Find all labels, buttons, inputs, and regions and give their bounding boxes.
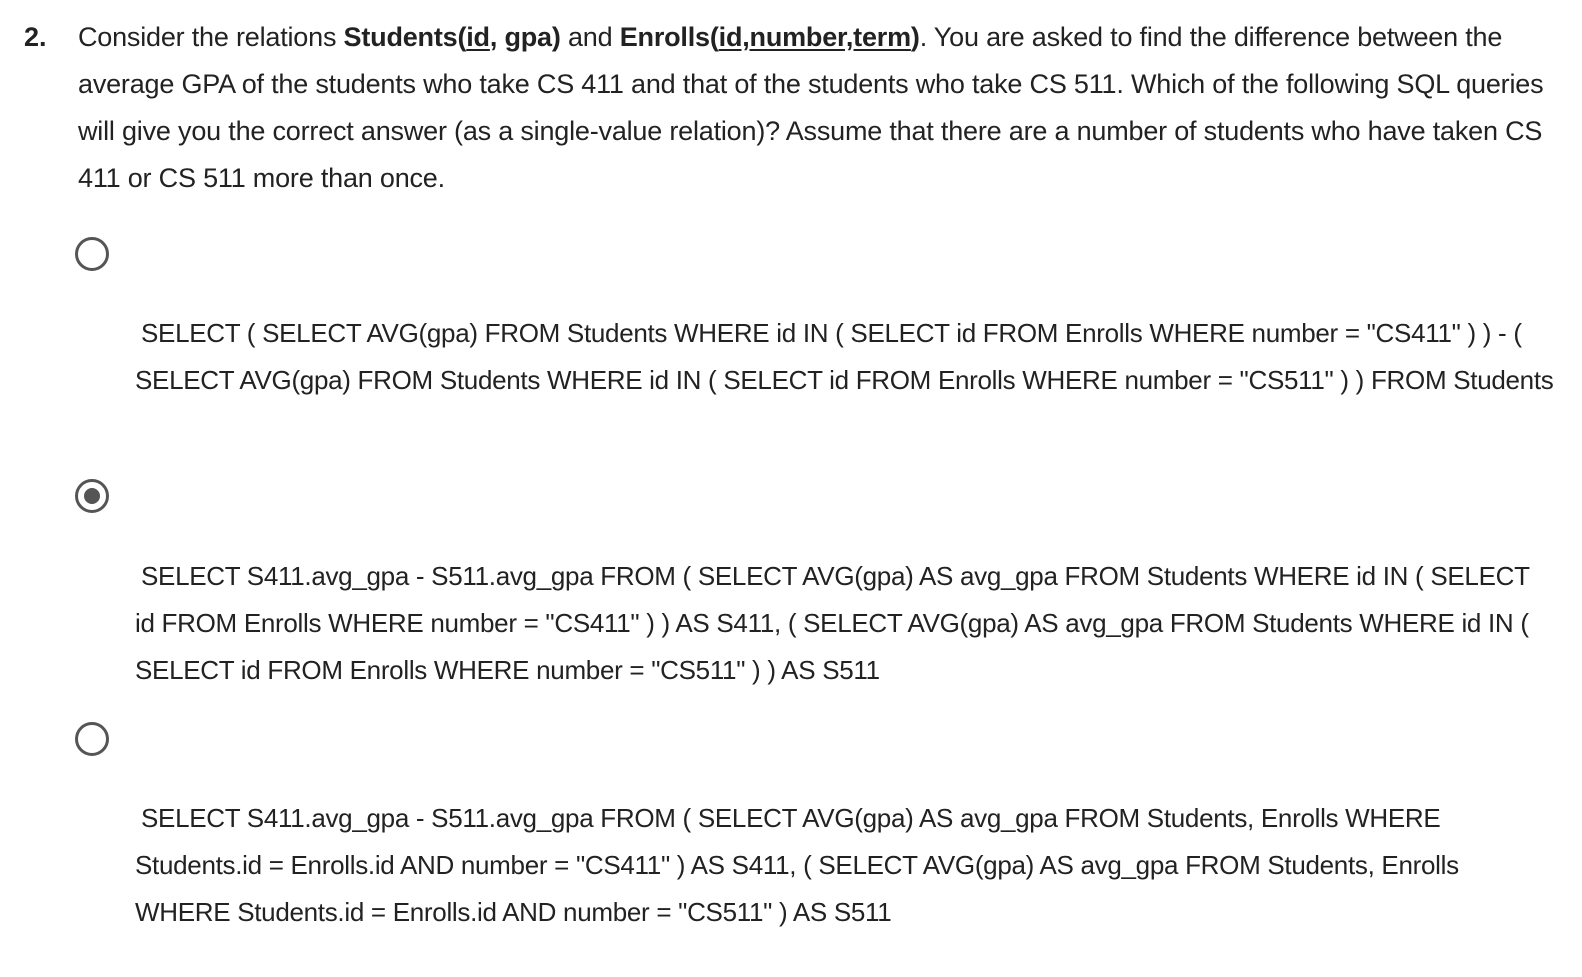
radio-option-3[interactable] [75, 722, 109, 756]
radio-option-1[interactable] [75, 237, 109, 271]
option-2-text: SELECT S411.avg_gpa - S511.avg_gpa FROM … [135, 561, 1530, 685]
enrolls-key: id,number,term [718, 22, 911, 52]
students-relation: Students(id, gpa) [343, 22, 561, 52]
question-text: Consider the relations Students(id, gpa)… [78, 22, 1544, 193]
question-intro: Consider the relations [78, 22, 344, 52]
students-key: id [466, 22, 490, 52]
enrolls-relation: Enrolls(id,number,term) [619, 22, 920, 52]
question-number: 2. [24, 22, 47, 52]
option-3-text: SELECT S411.avg_gpa - S511.avg_gpa FROM … [135, 803, 1459, 927]
radio-option-2[interactable] [75, 479, 109, 513]
option-1-text: SELECT ( SELECT AVG(gpa) FROM Students W… [135, 318, 1554, 395]
